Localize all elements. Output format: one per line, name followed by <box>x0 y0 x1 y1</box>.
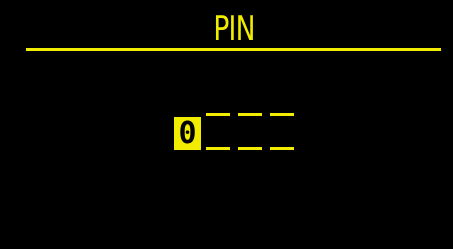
pin-digit-3-slot[interactable] <box>238 113 262 153</box>
pin-slot-bottom-line <box>238 147 262 150</box>
pin-slot-top-line <box>238 113 262 116</box>
pin-entry-screen: PIN 0 <box>0 0 453 249</box>
pin-slot-top-line <box>270 113 294 116</box>
pin-slot-top-line <box>206 113 230 116</box>
pin-slot-bottom-line <box>270 147 294 150</box>
pin-digit-row: 0 <box>0 0 453 249</box>
pin-digit-2-slot[interactable] <box>206 113 230 153</box>
pin-digit-4-slot[interactable] <box>270 113 294 153</box>
pin-digit-1-selected[interactable]: 0 <box>174 117 201 150</box>
pin-slot-bottom-line <box>206 147 230 150</box>
